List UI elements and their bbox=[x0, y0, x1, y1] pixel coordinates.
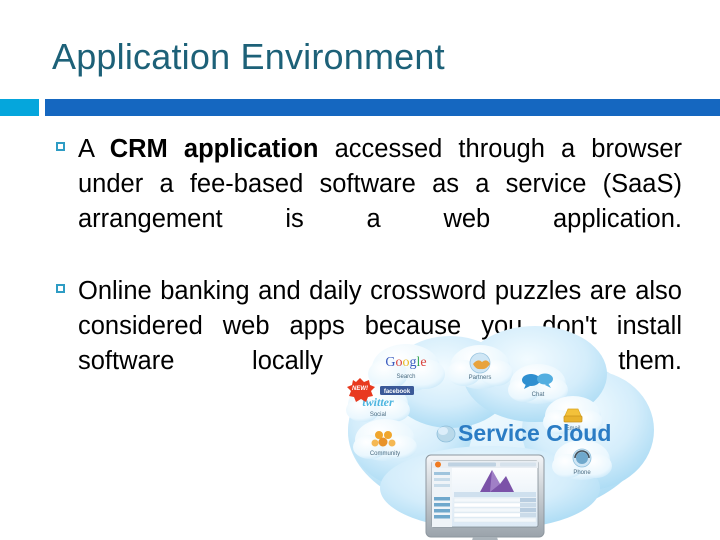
dashboard-table bbox=[453, 492, 537, 523]
bullet-rest-text: Online banking and daily crossword puzzl… bbox=[78, 277, 682, 375]
bullet-text: A CRM application accessed through a bro… bbox=[78, 132, 682, 272]
slide-canvas: Application Environment A CRM applicatio… bbox=[0, 0, 720, 540]
cloud-node-community: Community bbox=[353, 419, 417, 461]
page-title: Application Environment bbox=[52, 36, 445, 77]
service-cloud-wordmark: Service Cloud bbox=[436, 420, 611, 446]
list-item: Online banking and daily crossword puzzl… bbox=[56, 274, 682, 414]
hollow-square-bullet-icon bbox=[56, 274, 78, 293]
phone-headset-icon bbox=[572, 448, 592, 468]
svg-text:Community: Community bbox=[370, 451, 400, 457]
divider-bar bbox=[45, 99, 720, 116]
accent-bar bbox=[0, 99, 39, 116]
svg-text:Phone: Phone bbox=[573, 470, 591, 476]
svg-text:Email: Email bbox=[565, 426, 580, 432]
list-item: A CRM application accessed through a bro… bbox=[56, 132, 682, 272]
hollow-square-bullet-icon bbox=[56, 132, 78, 151]
bullet-text: Online banking and daily crossword puzzl… bbox=[78, 274, 682, 414]
bullet-lead-text: A bbox=[78, 135, 110, 163]
cloud-node-phone: Phone bbox=[552, 440, 612, 480]
bullet-bold-text: CRM application bbox=[109, 135, 319, 163]
svg-text:Service Cloud: Service Cloud bbox=[458, 420, 611, 446]
bullet-list: A CRM application accessed through a bro… bbox=[56, 132, 682, 416]
community-people-icon bbox=[371, 431, 396, 447]
dashboard-monitor bbox=[425, 454, 545, 540]
